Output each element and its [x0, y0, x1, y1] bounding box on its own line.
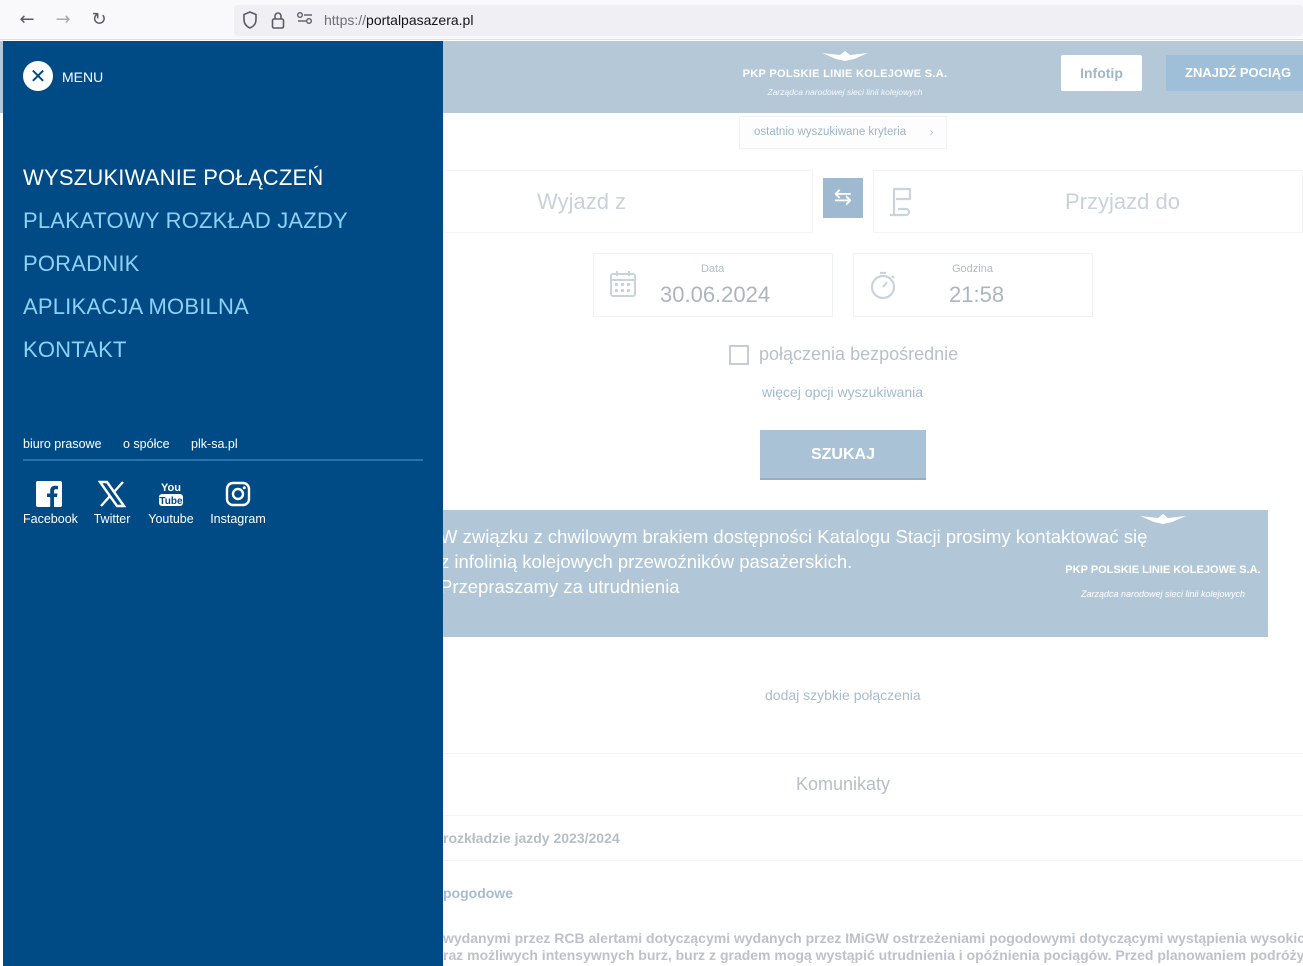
facebook-link[interactable]: Facebook — [23, 477, 78, 526]
announcement-text-line: raz możliwych intensywnych burz, burz z … — [443, 947, 1303, 963]
menu-item-poster-timetable[interactable]: PLAKATOWY ROZKŁAD JAZDY — [23, 208, 348, 234]
plk-logo[interactable]: PKP POLSKIE LINIE KOLEJOWE S.A. Zarządca… — [730, 49, 960, 105]
announcement-item[interactable]: rozkładzie jazdy 2023/2024 — [443, 815, 1303, 861]
stopwatch-icon — [868, 270, 898, 300]
youtube-icon: You Tube — [146, 477, 196, 509]
divider — [23, 459, 423, 461]
logo-tagline: Zarządca narodowej sieci linii kolejowyc… — [767, 87, 923, 97]
instagram-link[interactable]: Instagram — [208, 477, 268, 526]
menu-item-connection-search[interactable]: WYSZUKIWANIE POŁĄCZEŃ — [23, 165, 323, 191]
youtube-link[interactable]: You Tube Youtube — [146, 477, 196, 526]
departure-placeholder: Wyjazd z — [537, 189, 627, 214]
time-value: 21:58 — [949, 282, 1005, 307]
divider — [443, 753, 1303, 754]
announcement-title: pogodowe — [443, 885, 513, 901]
close-icon[interactable]: ✕ — [23, 61, 53, 91]
menu-item-guide[interactable]: PORADNIK — [23, 251, 140, 277]
time-picker[interactable]: Godzina 21:58 — [853, 253, 1093, 317]
lock-icon[interactable] — [269, 11, 287, 29]
url-host: portalpasazera.pl — [366, 12, 474, 28]
banner-line-1: W związku z chwilowym brakiem dostępnośc… — [440, 526, 1148, 547]
banner-logo-tagline: Zarządca narodowej sieci linii kolejowyc… — [1080, 589, 1246, 599]
url-protocol: https:// — [324, 12, 367, 28]
twitter-label: Twitter — [93, 512, 131, 526]
swap-stations-icon[interactable]: ⇆ — [823, 178, 863, 218]
forward-arrow-icon[interactable]: → — [51, 8, 75, 32]
twitter-x-icon — [87, 477, 137, 509]
side-menu: ✕ MENU WYSZUKIWANIE POŁĄCZEŃ PLAKATOWY R… — [3, 41, 443, 966]
menu-item-contact[interactable]: KONTAKT — [23, 337, 127, 363]
arrival-placeholder: Przyjazd do — [1065, 189, 1180, 214]
svg-text:Tube: Tube — [159, 496, 183, 507]
browser-toolbar: ← → ↻ https://portalpasazera.pl — [0, 0, 1303, 40]
announcements-heading: Komunikaty — [796, 774, 891, 794]
shield-icon[interactable] — [241, 11, 259, 29]
footer-links: biuro prasowe o spółce plk-sa.pl — [23, 437, 256, 451]
svg-text:You: You — [161, 482, 181, 494]
about-company-link[interactable]: o spółce — [123, 437, 170, 451]
station-sign-icon — [886, 185, 918, 219]
recent-criteria-button[interactable]: ostatnio wyszukiwane kryteria › — [739, 116, 947, 149]
menu-item-mobile-app[interactable]: APLIKACJA MOBILNA — [23, 294, 249, 320]
plk-site-link[interactable]: plk-sa.pl — [191, 437, 238, 451]
announcement-title: rozkładzie jazdy 2023/2024 — [443, 830, 620, 846]
add-quick-connections-link[interactable]: dodaj szybkie połączenia — [765, 687, 921, 703]
press-office-link[interactable]: biuro prasowe — [23, 437, 102, 451]
instagram-icon — [208, 477, 268, 509]
date-label: Data — [701, 263, 725, 275]
search-button[interactable]: SZUKAJ — [760, 430, 926, 480]
banner-plk-logo: PKP POLSKIE LINIE KOLEJOWE S.A. Zarządca… — [1058, 514, 1268, 599]
menu-title: MENU — [62, 69, 104, 85]
permissions-icon[interactable] — [296, 11, 314, 29]
arrival-station-input[interactable]: Przyjazd do — [873, 170, 1303, 233]
twitter-link[interactable]: Twitter — [87, 477, 137, 526]
departure-station-input[interactable]: Wyjazd z — [443, 170, 813, 233]
calendar-icon — [608, 270, 638, 300]
reload-icon[interactable]: ↻ — [87, 8, 111, 32]
winged-emblem-icon — [730, 49, 960, 66]
time-label: Godzina — [952, 263, 993, 275]
info-banner: W związku z chwilowym brakiem dostępnośc… — [440, 510, 1268, 637]
banner-logo-name: PKP POLSKIE LINIE KOLEJOWE S.A. — [1065, 564, 1261, 576]
youtube-label: Youtube — [148, 512, 194, 526]
address-bar[interactable]: https://portalpasazera.pl — [234, 5, 1303, 36]
announcement-item[interactable]: pogodowe — [443, 871, 1303, 917]
announcement-text-line: wydanymi przez RCB alertami dotyczącymi … — [443, 930, 1303, 946]
infotip-button[interactable]: Infotip — [1061, 55, 1142, 91]
find-train-button[interactable]: ZNAJDŹ POCIĄG — [1166, 55, 1303, 91]
date-value: 30.06.2024 — [660, 282, 771, 307]
facebook-label: Facebook — [23, 512, 78, 526]
back-arrow-icon[interactable]: ← — [15, 8, 39, 32]
date-picker[interactable]: Data 30.06.2024 — [593, 253, 833, 317]
logo-company-name: PKP POLSKIE LINIE KOLEJOWE S.A. — [742, 68, 948, 80]
recent-criteria-label: ostatnio wyszukiwane kryteria — [754, 126, 907, 138]
direct-connections-label[interactable]: połączenia bezpośrednie — [759, 344, 958, 365]
banner-line-2: z infolinią kolejowych przewoźników pasa… — [440, 551, 853, 572]
more-search-options-link[interactable]: więcej opcji wyszukiwania — [762, 384, 923, 400]
instagram-label: Instagram — [210, 512, 266, 526]
banner-line-3: Przepraszamy za utrudnienia — [440, 576, 680, 597]
facebook-icon — [23, 477, 75, 509]
chevron-right-icon: › — [929, 125, 934, 139]
direct-connections-checkbox[interactable] — [729, 345, 749, 365]
announcement-body: wydanymi przez RCB alertami dotyczącymi … — [443, 930, 1303, 964]
url-text[interactable]: https://portalpasazera.pl — [324, 12, 473, 28]
